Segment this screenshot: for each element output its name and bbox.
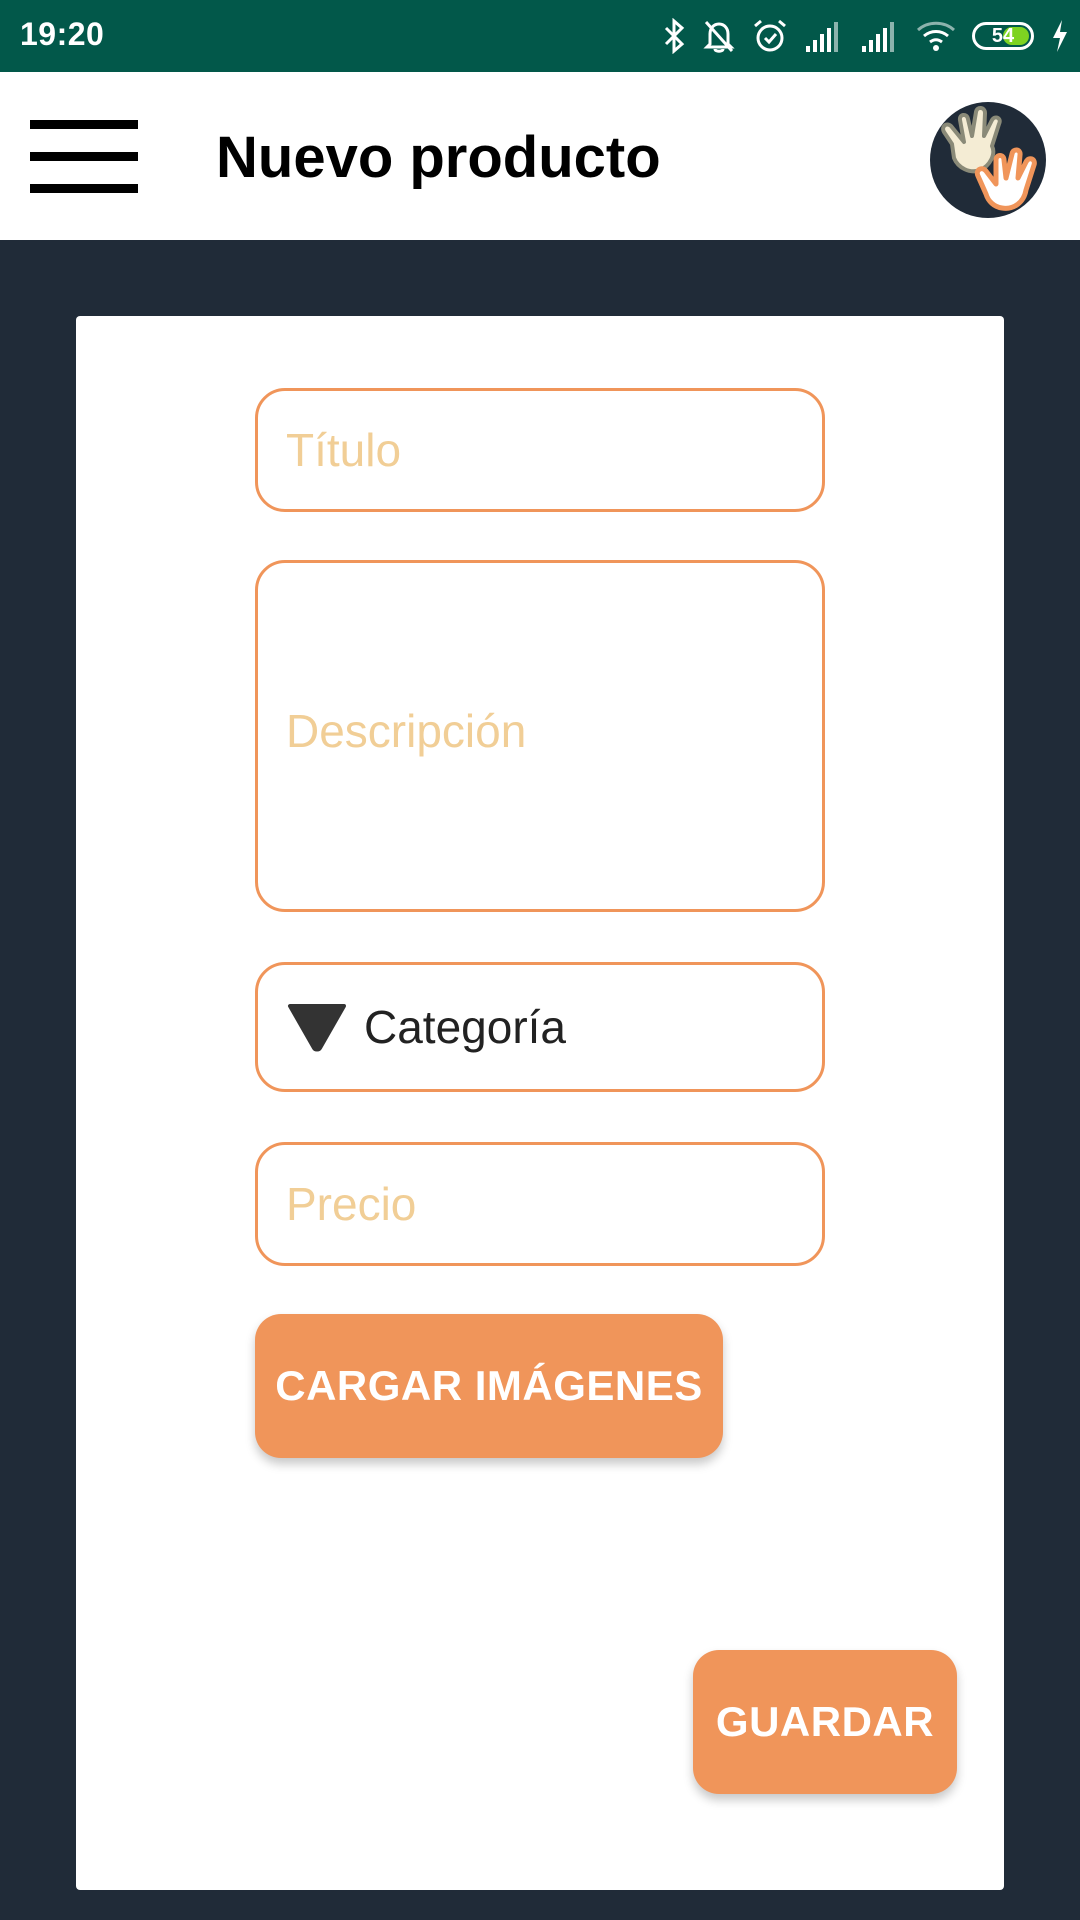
signal-icon: [806, 22, 838, 52]
upload-images-button[interactable]: CARGAR IMÁGENES: [255, 1314, 723, 1458]
bluetooth-icon: [664, 18, 685, 54]
battery-level: 54: [991, 24, 1015, 47]
title-field[interactable]: [255, 388, 825, 512]
price-input[interactable]: [258, 1145, 822, 1263]
category-label: Categoría: [364, 1001, 567, 1053]
save-button[interactable]: GUARDAR: [693, 1650, 957, 1794]
product-form-card: Categoría CARGAR IMÁGENES GUARDAR: [76, 316, 1004, 1890]
signal-icon: [862, 22, 894, 52]
price-field[interactable]: [255, 1142, 825, 1266]
status-icons: 54: [662, 12, 1070, 60]
notifications-off-icon: [703, 20, 735, 53]
description-field[interactable]: [255, 560, 825, 912]
dropdown-arrow-icon: [288, 1004, 346, 1052]
hands-logo-icon: [930, 102, 1046, 218]
charging-icon: [1053, 20, 1067, 52]
category-dropdown[interactable]: Categoría: [255, 962, 825, 1092]
status-bar: 19:20 54: [0, 0, 1080, 72]
wifi-icon: [916, 21, 956, 51]
page-title: Nuevo producto: [216, 125, 661, 190]
hamburger-menu-icon[interactable]: [30, 120, 140, 194]
status-time: 19:20: [20, 16, 105, 52]
alarm-icon: [754, 19, 786, 52]
app-bar: Nuevo producto: [0, 72, 1080, 240]
title-input[interactable]: [258, 391, 822, 509]
battery-icon: 54: [972, 22, 1034, 50]
description-input[interactable]: [258, 563, 822, 909]
